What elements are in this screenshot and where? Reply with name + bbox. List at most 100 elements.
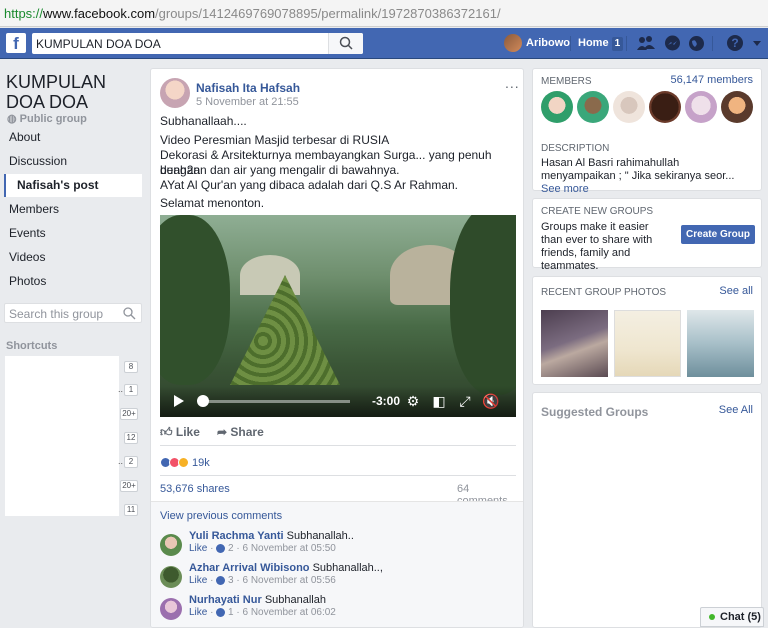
create-group-button[interactable]: Create Group: [681, 225, 755, 244]
top-search-input[interactable]: KUMPULAN DOA DOA: [36, 37, 161, 51]
like-reaction-icon: [216, 575, 226, 585]
commenter-avatar[interactable]: [160, 598, 182, 620]
theater-mode-icon[interactable]: ◧: [430, 392, 448, 410]
member-avatar[interactable]: [685, 91, 717, 123]
fullscreen-icon[interactable]: ⤢: [456, 392, 474, 410]
nav-item-about[interactable]: About: [4, 126, 142, 149]
create-group-heading: CREATE NEW GROUPS: [541, 206, 654, 217]
post-timestamp[interactable]: 5 November at 21:55: [196, 96, 299, 108]
video-time-remaining: -3:00: [372, 394, 401, 408]
member-avatar[interactable]: [613, 91, 645, 123]
comment-item: Nurhayati Nur Subhanallah Like · 1 · 6 N…: [160, 594, 520, 622]
members-card: MEMBERS 56,147 members DESCRIPTION Hasan…: [532, 68, 762, 195]
shortcuts-list[interactable]: [5, 356, 119, 516]
divider: [712, 36, 713, 51]
suggested-groups-card: Suggested Groups See All: [532, 392, 762, 628]
wow-reaction-icon: [178, 457, 189, 469]
create-group-text: Groups make it easier than ever to share…: [541, 221, 653, 272]
member-avatar[interactable]: [649, 91, 681, 123]
comment-like-link[interactable]: Like: [189, 543, 207, 554]
ellipsis: ..: [118, 384, 124, 394]
shortcut-count-badge: 20+: [120, 408, 138, 420]
settings-gear-icon[interactable]: ⚙: [404, 392, 422, 410]
post-author[interactable]: Nafisah Ita Hafsah: [196, 81, 300, 95]
recent-photos-heading: RECENT GROUP PHOTOS: [541, 287, 667, 298]
members-count-link[interactable]: 56,147 members: [670, 74, 753, 86]
author-avatar[interactable]: [160, 78, 190, 108]
messenger-icon[interactable]: [664, 35, 681, 52]
profile-link[interactable]: Aribowo: [504, 34, 570, 54]
chevron-down-icon[interactable]: [752, 40, 762, 47]
facebook-logo-icon[interactable]: f: [6, 33, 26, 53]
see-all-photos-link[interactable]: See all: [719, 285, 753, 297]
url-protocol: https://: [4, 6, 44, 21]
comment-item: Azhar Arrival Wibisono Subhanallah.., Li…: [160, 562, 520, 590]
home-count-badge: 1: [611, 37, 624, 51]
comment-time[interactable]: 6 November at 05:50: [242, 543, 335, 554]
member-avatar[interactable]: [541, 91, 573, 123]
commenter-avatar[interactable]: [160, 534, 182, 556]
suggested-groups-heading: Suggested Groups: [541, 405, 649, 419]
shares-count[interactable]: 53,676 shares: [160, 483, 230, 495]
comment-text: Nurhayati Nur Subhanallah: [189, 594, 326, 606]
comment-time[interactable]: 6 November at 06:02: [242, 607, 335, 618]
group-search-box[interactable]: Search this group: [4, 303, 142, 323]
group-photo[interactable]: [687, 310, 754, 377]
group-photo[interactable]: [614, 310, 681, 377]
group-privacy-label: Public group: [19, 113, 87, 125]
view-previous-comments-link[interactable]: View previous comments: [160, 510, 282, 522]
shortcuts-heading: Shortcuts: [6, 340, 58, 352]
shortcut-count-badge: 8: [124, 361, 138, 373]
comment-like-link[interactable]: Like: [189, 607, 207, 618]
post-options-button[interactable]: ...: [505, 75, 520, 91]
video-player[interactable]: -3:00 ⚙ ◧ ⤢ 🔇: [160, 215, 516, 417]
online-status-icon: [709, 614, 715, 621]
nav-item-videos[interactable]: Videos: [4, 246, 142, 269]
like-button[interactable]: 👍︎ Like: [160, 425, 200, 440]
chat-tab[interactable]: Chat (5): [700, 607, 764, 627]
post-text-line: Subhanallaah....: [160, 114, 247, 128]
recent-photos-card: RECENT GROUP PHOTOS See all: [532, 276, 762, 385]
group-search-input[interactable]: Search this group: [9, 307, 103, 321]
commenter-name[interactable]: Yuli Rachma Yanti: [189, 530, 284, 542]
group-photo[interactable]: [541, 310, 608, 377]
play-icon[interactable]: [174, 395, 184, 407]
nav-item-discussion[interactable]: Discussion: [4, 150, 142, 173]
browser-url-bar[interactable]: https://www.facebook.com/groups/14124697…: [0, 0, 768, 27]
nav-item-events[interactable]: Events: [4, 222, 142, 245]
user-name: Aribowo: [526, 37, 570, 49]
group-privacy: ◍ Public group: [7, 112, 87, 125]
search-button[interactable]: [328, 33, 363, 54]
members-heading: MEMBERS: [541, 76, 592, 87]
group-title[interactable]: KUMPULAN DOA DOA: [6, 72, 146, 112]
see-all-suggested-link[interactable]: See All: [719, 404, 753, 416]
nav-item-members[interactable]: Members: [4, 198, 142, 221]
home-link[interactable]: Home 1: [578, 34, 624, 52]
mute-icon[interactable]: 🔇: [482, 392, 500, 410]
commenter-name[interactable]: Azhar Arrival Wibisono: [189, 562, 310, 574]
nav-item-photos[interactable]: Photos: [4, 270, 142, 293]
member-avatar[interactable]: [721, 91, 753, 123]
post-text-line: Video Peresmian Masjid terbesar di RUSIA: [160, 133, 390, 147]
reaction-summary[interactable]: 19k: [160, 455, 210, 471]
description-text: Hasan Al Basri rahimahullah menyampaikan…: [541, 157, 735, 182]
comment-body: Subhanallah..,: [312, 562, 383, 574]
like-reaction-icon: [216, 607, 226, 617]
comment-time[interactable]: 6 November at 05:56: [242, 575, 335, 586]
top-search-box[interactable]: KUMPULAN DOA DOA: [32, 33, 363, 54]
see-more-link[interactable]: See more: [541, 183, 589, 195]
help-icon[interactable]: ?: [726, 34, 744, 52]
video-progress-handle[interactable]: [197, 395, 209, 407]
commenter-name[interactable]: Nurhayati Nur: [189, 594, 262, 606]
friend-requests-icon[interactable]: [636, 35, 656, 51]
comment-like-link[interactable]: Like: [189, 575, 207, 586]
share-button[interactable]: ➦ Share: [217, 425, 264, 439]
description-heading: DESCRIPTION: [541, 143, 610, 154]
nav-item-post[interactable]: Nafisah's post: [4, 174, 142, 197]
member-avatar[interactable]: [577, 91, 609, 123]
video-progress-track[interactable]: [200, 400, 350, 403]
comment-text: Azhar Arrival Wibisono Subhanallah..,: [189, 562, 383, 574]
globe-notifications-icon[interactable]: [688, 35, 705, 52]
comments-section: View previous comments Yuli Rachma Yanti…: [151, 501, 523, 627]
commenter-avatar[interactable]: [160, 566, 182, 588]
